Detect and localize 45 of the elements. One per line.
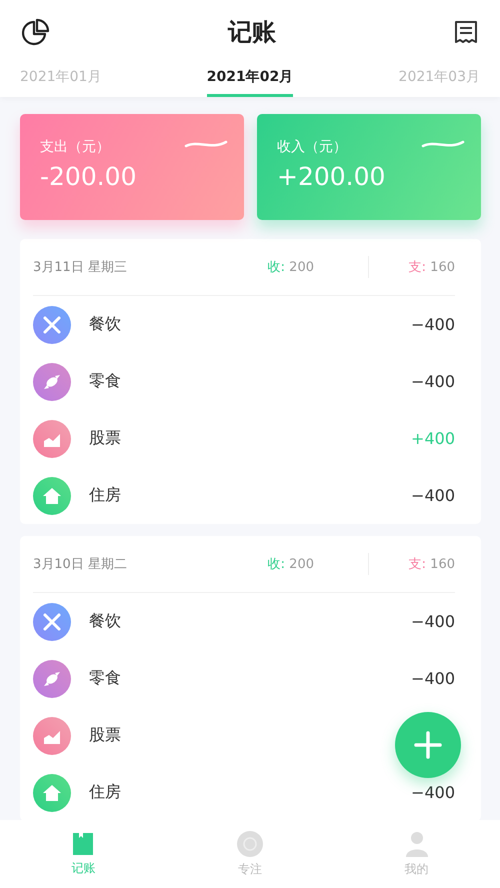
category-name: 餐饮 [89,314,121,335]
day-expense: 支: 160 [408,556,455,573]
category-name: 零食 [89,371,121,392]
entry-amount: −400 [411,669,455,688]
category-name: 住房 [89,485,121,506]
summary-amount: +200.00 [277,162,386,191]
month-tab[interactable]: 2021年03月 [398,64,480,97]
entry-amount: −400 [411,315,455,334]
summary-label: 收入（元） [277,138,347,156]
category-name: 股票 [89,428,121,449]
month-tab[interactable]: 2021年02月 [206,64,294,97]
stock-category-icon [33,420,71,458]
entry-amount: −400 [411,486,455,505]
entry-amount: +400 [411,429,455,448]
entry-amount: −400 [411,783,455,802]
person-icon [404,830,429,856]
page-title: 记账 [228,17,276,48]
housing-category-icon [33,774,71,812]
pie-chart-icon[interactable] [22,18,50,46]
day-date: 3月10日 星期二 [33,556,128,573]
category-name: 住房 [89,782,121,803]
dining-category-icon [33,306,71,344]
plus-icon [414,731,442,759]
stock-category-icon [33,716,71,754]
day-date: 3月11日 星期三 [33,259,128,276]
book-icon [71,832,96,856]
entry-amount: −400 [411,372,455,391]
snack-category-icon [33,660,71,698]
day-expense: 支: 160 [408,259,455,276]
category-name: 零食 [89,668,121,689]
category-name: 股票 [89,725,121,746]
dining-category-icon [33,602,71,640]
entry-amount: −400 [411,612,455,631]
nav-tab[interactable]: 记账 [43,830,124,878]
nav-tab[interactable]: 专注 [210,830,290,878]
housing-category-icon [33,476,71,514]
month-tab[interactable]: 2021年01月 [20,64,102,97]
snack-category-icon [33,362,71,400]
day-income: 收: 200 [268,556,315,573]
summary-amount: -200.00 [40,162,138,191]
receipt-icon[interactable] [454,20,478,44]
day-income: 收: 200 [268,259,315,276]
summary-label: 支出（元） [40,138,110,156]
nav-tab[interactable]: 我的 [376,830,457,878]
category-name: 餐饮 [89,611,121,632]
